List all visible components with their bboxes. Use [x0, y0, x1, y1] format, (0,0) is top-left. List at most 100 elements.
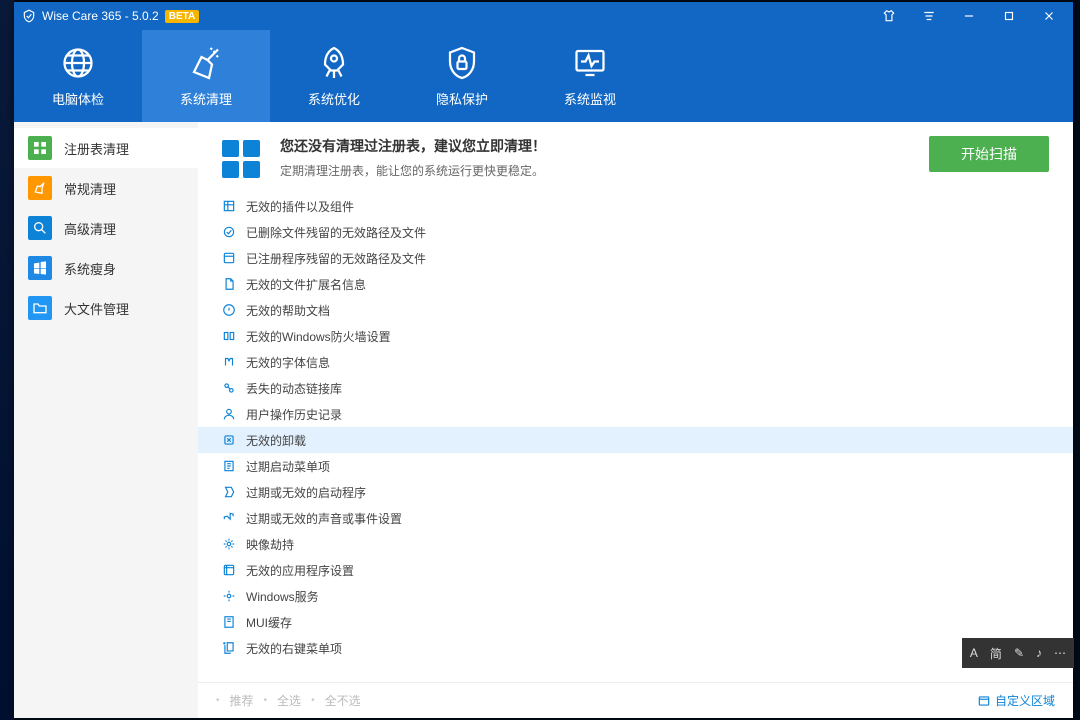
nav-pc-checkup[interactable]: 电脑体检 [14, 30, 142, 122]
nav-label: 系统监视 [564, 89, 616, 108]
window-title: Wise Care 365 - 5.0.2 [42, 9, 159, 23]
scan-button[interactable]: 开始扫描 [929, 136, 1049, 172]
list-item-label: 用户操作历史记录 [246, 406, 342, 423]
list-item-label: 无效的卸载 [246, 432, 306, 449]
sidebar-label: 高级清理 [64, 219, 116, 238]
list-item-label: 无效的右键菜单项 [246, 640, 342, 657]
list-item-icon [222, 199, 236, 213]
scan-item[interactable]: 无效的Windows防火墙设置 [198, 323, 1073, 349]
list-item-icon [222, 225, 236, 239]
nav-label: 隐私保护 [436, 89, 488, 108]
list-item-label: 映像劫持 [246, 536, 294, 553]
list-item-label: 丢失的动态链接库 [246, 380, 342, 397]
sidebar-item-registry[interactable]: 注册表清理 [14, 128, 198, 168]
broom-small-icon [28, 176, 52, 200]
scan-item[interactable]: 映像劫持 [198, 531, 1073, 557]
list-item-icon [222, 485, 236, 499]
sidebar-label: 常规清理 [64, 179, 116, 198]
close-button[interactable] [1029, 2, 1069, 30]
list-item-label: 无效的插件以及组件 [246, 198, 354, 215]
list-item-label: Windows服务 [246, 588, 319, 605]
list-item-icon [222, 641, 236, 655]
select-recommend[interactable]: 推荐 [226, 692, 258, 709]
select-none[interactable]: 全不选 [321, 692, 365, 709]
scan-item[interactable]: Windows服务 [198, 583, 1073, 609]
scan-item[interactable]: 无效的右键菜单项 [198, 635, 1073, 661]
list-item-icon [222, 537, 236, 551]
list-item-icon [222, 277, 236, 291]
list-item-icon [222, 511, 236, 525]
scan-item[interactable]: 过期启动菜单项 [198, 453, 1073, 479]
rocket-icon [316, 45, 352, 81]
scan-item[interactable]: 无效的字体信息 [198, 349, 1073, 375]
list-item-icon [222, 381, 236, 395]
minimize-button[interactable] [949, 2, 989, 30]
list-item-icon [222, 303, 236, 317]
ime-toolbar[interactable]: A 简 ✎ ♪ ⋯ [962, 638, 1074, 668]
skin-button[interactable] [869, 2, 909, 30]
scan-item[interactable]: 已删除文件残留的无效路径及文件 [198, 219, 1073, 245]
scan-item[interactable]: 无效的文件扩展名信息 [198, 271, 1073, 297]
list-item-icon [222, 433, 236, 447]
globe-icon [60, 45, 96, 81]
shield-lock-icon [444, 45, 480, 81]
scan-item[interactable]: 过期或无效的启动程序 [198, 479, 1073, 505]
list-item-icon [222, 329, 236, 343]
nav-system-clean[interactable]: 系统清理 [142, 30, 270, 122]
search-icon [28, 216, 52, 240]
list-item-label: 过期或无效的声音或事件设置 [246, 510, 402, 527]
select-all[interactable]: 全选 [273, 692, 305, 709]
scan-item[interactable]: 无效的应用程序设置 [198, 557, 1073, 583]
app-window: Wise Care 365 - 5.0.2 BETA 电脑体检 系统清理 系统优… [14, 2, 1073, 718]
beta-badge: BETA [165, 10, 199, 23]
scan-item[interactable]: 过期或无效的声音或事件设置 [198, 505, 1073, 531]
header-subtitle: 定期清理注册表，能让您的系统运行更快更稳定。 [280, 162, 546, 179]
windows-icon [28, 256, 52, 280]
list-item-icon [222, 563, 236, 577]
list-item-label: 无效的应用程序设置 [246, 562, 354, 579]
list-item-label: 无效的文件扩展名信息 [246, 276, 366, 293]
ime-a[interactable]: A [970, 646, 978, 660]
nav-label: 系统清理 [180, 89, 232, 108]
menu-button[interactable] [909, 2, 949, 30]
list-item-label: MUI缓存 [246, 614, 292, 631]
scan-item[interactable]: 已注册程序残留的无效路径及文件 [198, 245, 1073, 271]
list-item-label: 过期或无效的启动程序 [246, 484, 366, 501]
content-panel: 您还没有清理过注册表，建议您立即清理！ 定期清理注册表，能让您的系统运行更快更稳… [198, 122, 1073, 718]
nav-privacy[interactable]: 隐私保护 [398, 30, 526, 122]
custom-area-link[interactable]: 自定义区域 [977, 692, 1055, 709]
scan-item[interactable]: MUI缓存 [198, 609, 1073, 635]
list-item-icon [222, 251, 236, 265]
sidebar-item-slimming[interactable]: 系统瘦身 [14, 248, 198, 288]
ime-more[interactable]: ⋯ [1054, 646, 1066, 660]
scan-item[interactable]: 丢失的动态链接库 [198, 375, 1073, 401]
maximize-button[interactable] [989, 2, 1029, 30]
sidebar-item-common[interactable]: 常规清理 [14, 168, 198, 208]
list-item-label: 无效的Windows防火墙设置 [246, 328, 391, 345]
list-item-label: 无效的字体信息 [246, 354, 330, 371]
scan-item[interactable]: 无效的帮助文档 [198, 297, 1073, 323]
nav-monitor[interactable]: 系统监视 [526, 30, 654, 122]
sidebar-item-advanced[interactable]: 高级清理 [14, 208, 198, 248]
ime-pen-icon[interactable]: ✎ [1014, 646, 1024, 660]
ime-music[interactable]: ♪ [1036, 646, 1042, 660]
list-item-icon [222, 355, 236, 369]
ime-mode[interactable]: 简 [990, 645, 1002, 662]
top-nav: 电脑体检 系统清理 系统优化 隐私保护 系统监视 [14, 30, 1073, 122]
sidebar: 注册表清理 常规清理 高级清理 系统瘦身 大文件管理 [14, 122, 198, 718]
scan-list: 无效的插件以及组件已删除文件残留的无效路径及文件已注册程序残留的无效路径及文件无… [198, 193, 1073, 682]
scan-item[interactable]: 用户操作历史记录 [198, 401, 1073, 427]
scan-item[interactable]: 无效的卸载 [198, 427, 1073, 453]
nav-system-tuneup[interactable]: 系统优化 [270, 30, 398, 122]
sidebar-label: 注册表清理 [64, 139, 129, 158]
grid-icon [28, 136, 52, 160]
sidebar-label: 系统瘦身 [64, 259, 116, 278]
broom-icon [188, 45, 224, 81]
list-item-label: 无效的帮助文档 [246, 302, 330, 319]
folder-icon [28, 296, 52, 320]
list-item-label: 已注册程序残留的无效路径及文件 [246, 250, 426, 267]
sidebar-item-bigfile[interactable]: 大文件管理 [14, 288, 198, 328]
scan-item[interactable]: 无效的插件以及组件 [198, 193, 1073, 219]
nav-label: 电脑体检 [52, 89, 104, 108]
list-item-icon [222, 615, 236, 629]
